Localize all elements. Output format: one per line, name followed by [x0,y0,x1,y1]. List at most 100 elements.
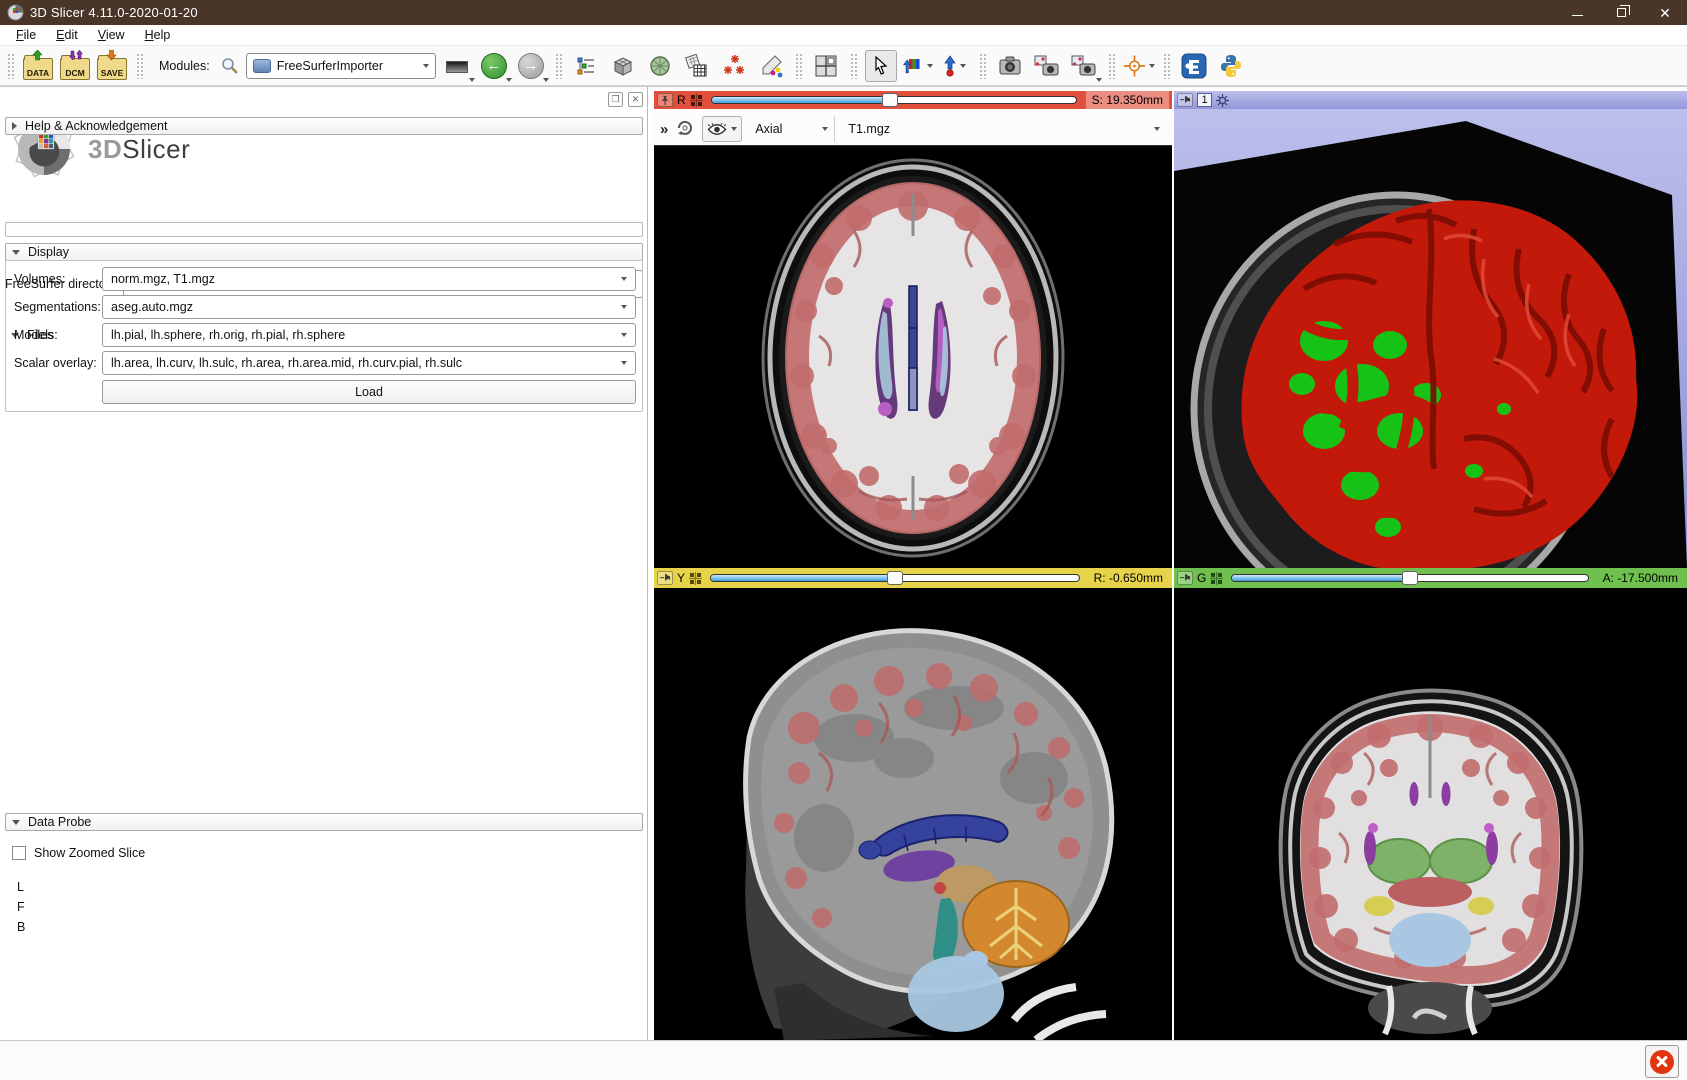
data-module-button[interactable] [607,50,639,82]
undock-panel-icon[interactable]: ❐ [608,92,623,107]
display-section[interactable]: Display [5,243,643,261]
coronal-slice-bar: G A: -17.500mm [1174,568,1687,588]
crosshair-button[interactable] [1123,50,1155,82]
slicer-logo-text: 3DSlicer [88,134,190,165]
spin-view-icon[interactable] [1216,94,1229,107]
volumes-module-button[interactable] [644,50,676,82]
chevron-down-icon [1149,64,1155,68]
slider-handle[interactable] [1402,571,1418,585]
menu-file[interactable]: File [6,26,46,44]
toolbar-drag-handle[interactable] [136,53,143,79]
expanded-arrow-icon [12,250,20,255]
pin-icon[interactable] [1177,571,1193,585]
close-panel-icon[interactable]: ✕ [628,92,643,107]
error-log-button[interactable] [1645,1045,1679,1078]
pane-menu-icon[interactable] [660,121,668,138]
minimize-button[interactable] [1555,0,1599,25]
module-forward-button[interactable]: → [515,50,547,82]
viewport-grid: R S: 19.350mm [654,87,1687,1041]
window-level-button[interactable] [902,50,934,82]
scalar-overlay-selector[interactable]: lh.area, lh.curv, lh.sulc, rh.area, rh.a… [102,351,636,375]
toolbar-drag-handle[interactable] [1163,53,1170,79]
restore-button[interactable] [1599,0,1643,25]
segmentations-selector[interactable]: aseg.auto.mgz [102,295,636,319]
mouse-interaction-button[interactable] [865,50,897,82]
scene-view-capture-button[interactable] [1031,50,1063,82]
sagittal-slice-slider[interactable] [710,571,1080,585]
window-level-icon [902,56,924,76]
files-group: Volumes: norm.mgz, T1.mgz Segmentations:… [5,260,643,412]
pin-icon[interactable] [657,93,673,107]
coronal-slice-image[interactable] [1174,588,1687,1041]
axial-slice-controller: Axial T1.mgz [654,113,1172,146]
toolbar-drag-handle[interactable] [850,53,857,79]
chevron-down-icon [506,78,512,82]
volumes-selector[interactable]: norm.mgz, T1.mgz [102,267,636,291]
place-point-button[interactable] [939,50,971,82]
dicom-button[interactable]: DCM [59,50,91,82]
slice-intersection-icon[interactable] [689,572,702,585]
module-history-button[interactable] [441,50,473,82]
screenshot-button[interactable] [994,50,1026,82]
pin-icon[interactable] [657,571,673,585]
toolbar-drag-handle[interactable] [1108,53,1115,79]
back-arrow-icon: ← [481,53,507,79]
sagittal-slice-image[interactable] [654,588,1172,1041]
modules-label: Modules: [159,59,210,73]
module-selector[interactable]: FreeSurferImporter [246,53,436,79]
models-selector[interactable]: lh.pial, lh.sphere, rh.orig, rh.pial, rh… [102,323,636,347]
show-zoomed-slice-checkbox[interactable] [12,846,26,860]
orientation-selector[interactable]: Axial [749,116,835,142]
save-button[interactable]: SAVE [96,50,128,82]
forward-arrow-icon: → [518,53,544,79]
slice-intersection-icon[interactable] [690,94,703,107]
module-back-button[interactable]: ← [478,50,510,82]
python-console-button[interactable] [1215,50,1247,82]
volume-rendering-button[interactable] [681,50,713,82]
extensions-manager-button[interactable] [1178,50,1210,82]
menu-help[interactable]: Help [135,26,181,44]
slice-visibility-toggle[interactable] [702,116,742,142]
slice-intersection-icon[interactable] [1210,572,1223,585]
axial-slice-image[interactable] [654,146,1172,568]
menu-view[interactable]: View [88,26,135,44]
error-icon [1650,1050,1674,1074]
module-icon [253,59,271,73]
toolbar-drag-handle[interactable] [795,53,802,79]
pin-icon[interactable] [1177,93,1193,107]
layout-selector-button[interactable] [810,50,842,82]
threed-view-image[interactable] [1174,109,1687,568]
axial-view-pane[interactable]: R S: 19.350mm [654,91,1172,568]
markups-asterisks-icon [721,53,747,79]
data-probe-section[interactable]: Data Probe [5,813,643,831]
scene-view-restore-button[interactable] [1068,50,1100,82]
menu-edit[interactable]: Edit [46,26,88,44]
coronal-view-pane[interactable]: G A: -17.500mm [1174,568,1687,1041]
background-volume-selector[interactable]: T1.mgz [842,116,1166,142]
scalar-overlay-label: Scalar overlay: [14,356,102,370]
slider-handle[interactable] [882,93,898,107]
toolbar-drag-handle[interactable] [979,53,986,79]
coronal-slice-slider[interactable] [1231,571,1588,585]
module-search-icon[interactable] [219,50,241,82]
toolbar-drag-handle[interactable] [7,53,14,79]
hierarchy-tree-icon [576,56,596,76]
sagittal-view-pane[interactable]: Y R: -0.650mm [654,568,1172,1041]
show-zoomed-slice-label: Show Zoomed Slice [34,846,145,860]
toolbar-drag-handle[interactable] [555,53,562,79]
help-acknowledgement-section[interactable]: Help & Acknowledgement [5,117,643,135]
axial-slice-bar: R S: 19.350mm [654,91,1172,109]
close-button[interactable]: ✕ [1643,0,1687,25]
load-button[interactable]: Load [102,380,636,404]
threed-view-pane[interactable]: 1 [1174,91,1687,568]
volumes-label: Volumes: [14,272,102,286]
rotate-to-volume-plane-icon[interactable] [675,118,695,141]
markups-module-button[interactable] [718,50,750,82]
segment-editor-button[interactable] [755,50,787,82]
scene-camera-restore-icon [1071,55,1097,77]
slider-handle[interactable] [887,571,903,585]
axial-slice-slider[interactable] [711,93,1077,107]
module-hierarchy-button[interactable] [570,50,602,82]
sagittal-slice-bar: Y R: -0.650mm [654,568,1172,588]
load-data-button[interactable]: DATA [22,50,54,82]
